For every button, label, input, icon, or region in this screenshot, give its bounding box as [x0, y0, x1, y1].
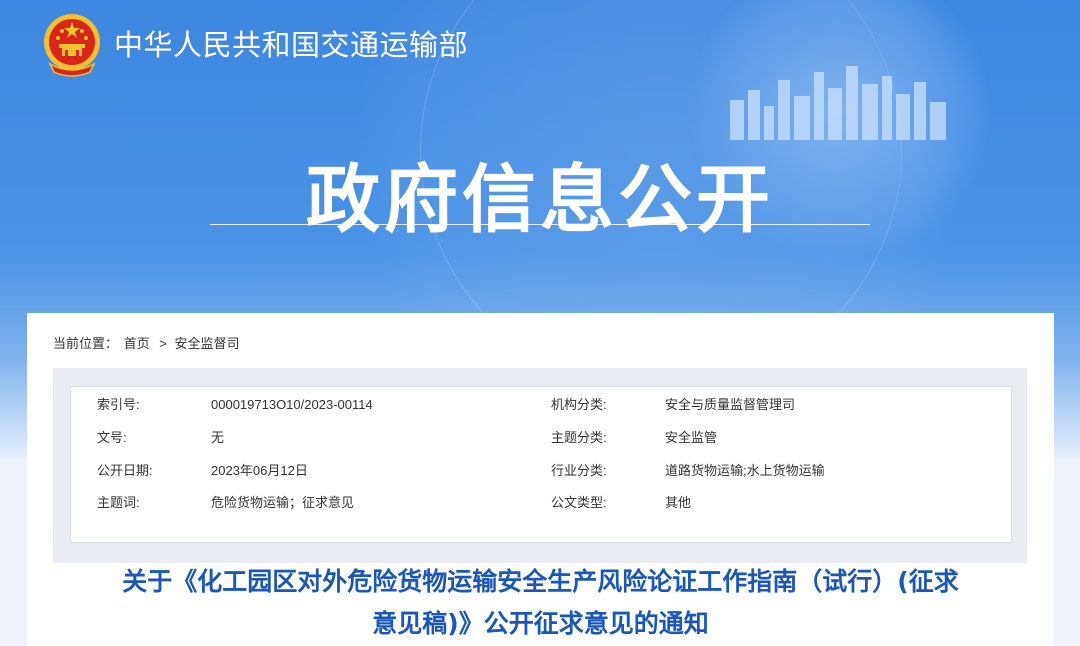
breadcrumb-home-link[interactable]: 首页 — [124, 336, 150, 351]
content-card: 当前位置： 首页 > 安全监督司 索引号: 000019713O10/2023-… — [27, 313, 1054, 646]
document-title-line: 关于《化工园区对外危险货物运输安全生产风险论证工作指南（试行）(征求 — [122, 567, 959, 596]
info-row: 公开日期: 2023年06月12日 行业分类: 道路货物运输;水上货物运输 — [71, 455, 1011, 487]
document-title-line: 意见稿)》公开征求意见的通知 — [372, 609, 709, 638]
info-row: 索引号: 000019713O10/2023-00114 机构分类: 安全与质量… — [71, 389, 1011, 421]
info-value: 危险货物运输；征求意见 — [211, 495, 355, 510]
info-row: 主题词: 危险货物运输；征求意见 公文类型: 其他 — [71, 487, 1011, 519]
document-info-table: 索引号: 000019713O10/2023-00114 机构分类: 安全与质量… — [70, 386, 1012, 543]
info-label: 行业分类: — [551, 463, 607, 478]
document-info-panel: 索引号: 000019713O10/2023-00114 机构分类: 安全与质量… — [53, 368, 1027, 563]
city-skyline-graphic — [730, 66, 946, 140]
breadcrumb-prefix: 当前位置： — [53, 336, 119, 351]
info-label: 主题词: — [97, 495, 140, 510]
title-underline — [210, 224, 870, 225]
info-row: 文号: 无 主题分类: 安全监管 — [71, 422, 1011, 454]
info-value: 道路货物运输;水上货物运输 — [665, 463, 825, 478]
document-title: 关于《化工园区对外危险货物运输安全生产风险论证工作指南（试行）(征求 意见稿)》… — [27, 561, 1054, 645]
national-emblem-icon — [44, 14, 100, 77]
info-label: 公开日期: — [97, 463, 153, 478]
info-value: 安全监管 — [665, 430, 718, 445]
page-title: 政府信息公开 — [306, 157, 774, 243]
info-label: 主题分类: — [551, 430, 607, 445]
info-value: 无 — [211, 430, 225, 445]
breadcrumb: 当前位置： 首页 > 安全监督司 — [53, 333, 242, 352]
info-value: 安全与质量监督管理司 — [665, 397, 796, 412]
breadcrumb-current-link[interactable]: 安全监督司 — [175, 336, 240, 351]
org-name[interactable]: 中华人民共和国交通运输部 — [114, 22, 468, 64]
info-label: 机构分类: — [551, 397, 607, 412]
info-value: 000019713O10/2023-00114 — [211, 397, 373, 412]
breadcrumb-separator: > — [159, 336, 167, 351]
info-label: 公文类型: — [551, 495, 607, 510]
info-value: 2023年06月12日 — [211, 463, 308, 478]
info-label: 索引号: — [97, 397, 140, 412]
info-value: 其他 — [665, 495, 692, 510]
info-label: 文号: — [97, 430, 127, 445]
